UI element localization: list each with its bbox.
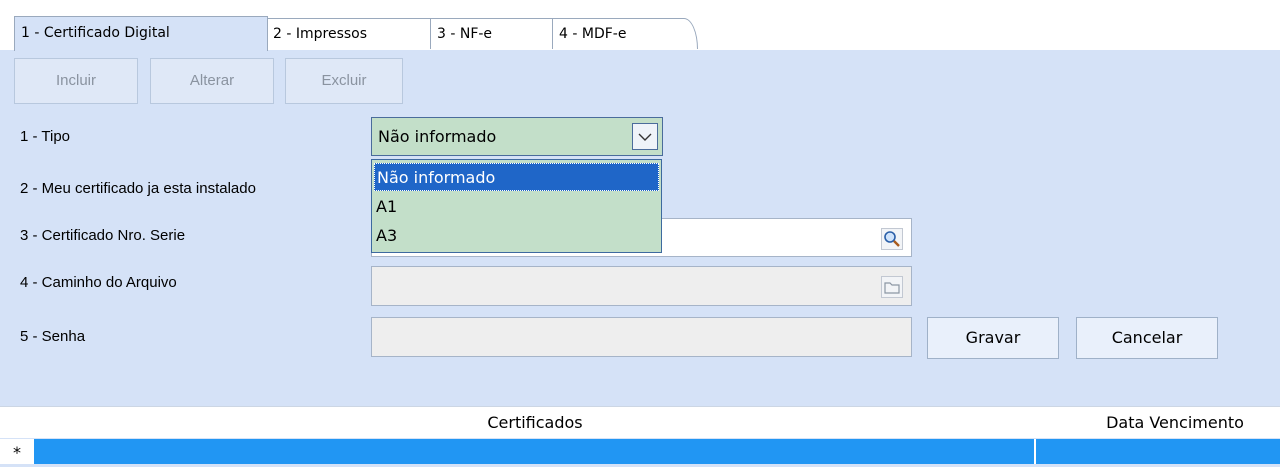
search-icon[interactable] [881,228,903,250]
cancelar-button[interactable]: Cancelar [1076,317,1218,359]
tipo-select[interactable]: Não informado [371,117,663,156]
col-certificados-header[interactable]: Certificados [0,407,1070,439]
tipo-select-value: Não informado [378,127,497,146]
serie-label: 3 - Certificado Nro. Serie [20,227,186,244]
tab-certificado-digital[interactable]: 1 - Certificado Digital [14,16,268,51]
col-vencimento-header[interactable]: Data Vencimento [1070,407,1280,439]
senha-field[interactable] [371,317,912,357]
caminho-label: 4 - Caminho do Arquivo [20,274,177,291]
tab-label: 3 - NF-e [437,26,493,42]
senha-label: 5 - Senha [20,328,86,345]
chevron-down-icon[interactable] [632,123,658,150]
tab-nfe[interactable]: 3 - NF-e [430,18,554,49]
new-row-marker: * [13,443,21,462]
tipo-option[interactable]: A3 [376,222,397,250]
tab-impressos[interactable]: 2 - Impressos [266,18,434,49]
tab-label: 2 - Impressos [273,26,368,42]
gravar-button[interactable]: Gravar [927,317,1059,359]
excluir-button[interactable]: Excluir [285,58,403,104]
grid-header: Certificados Data Vencimento [0,406,1280,438]
vencimento-cell[interactable] [1036,439,1280,464]
tab-label: 1 - Certificado Digital [21,25,170,41]
tipo-dropdown-list: Não informado A1 A3 [371,159,662,253]
grid-new-row[interactable]: * [0,439,1280,464]
caminho-field[interactable] [371,266,912,306]
tipo-label: 1 - Tipo [20,128,71,145]
certificados-cell[interactable] [34,439,1034,464]
incluir-button[interactable]: Incluir [14,58,138,104]
folder-icon[interactable] [881,276,903,298]
tab-bar: 2 - Impressos 3 - NF-e 4 - MDF-e 1 - Cer… [0,0,1280,51]
tab-mdfe[interactable]: 4 - MDF-e [552,18,698,49]
tipo-option[interactable]: A1 [376,193,397,221]
tipo-option[interactable]: Não informado [374,163,659,191]
alterar-button[interactable]: Alterar [150,58,274,104]
instalado-label: 2 - Meu certificado ja esta instalado [20,180,256,197]
tab-label: 4 - MDF-e [559,26,627,42]
